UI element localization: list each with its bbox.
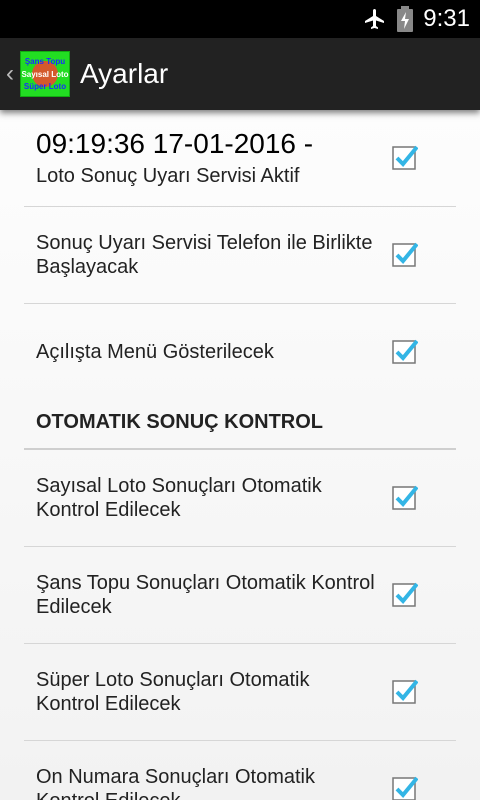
service-status-checkbox[interactable] [392, 144, 418, 170]
auto-check-label: Sayısal Loto Sonuçları Otomatik Kontrol … [36, 475, 322, 521]
show-menu-checkbox[interactable] [392, 338, 418, 364]
airplane-mode-icon [363, 7, 387, 31]
page-title: Ayarlar [80, 58, 169, 89]
show-menu-row[interactable]: Açılışta Menü Gösterilecek [24, 304, 456, 400]
settings-list: 09:19:36 17-01-2016 - Loto Sonuç Uyarı S… [0, 110, 480, 800]
status-time: 9:31 [423, 5, 470, 32]
auto-check-item-on-numara[interactable]: On Numara Sonuçları Otomatik Kontrol Edi… [24, 741, 456, 800]
section-title: OTOMATIK SONUÇ KONTROL [36, 411, 324, 433]
loto-app-icon[interactable]: Şans Topu Sayısal Loto Süper Loto [20, 51, 70, 97]
service-status-row[interactable]: 09:19:36 17-01-2016 - Loto Sonuç Uyarı S… [24, 110, 456, 207]
start-with-phone-checkbox[interactable] [392, 241, 418, 267]
auto-check-checkbox[interactable] [392, 581, 418, 607]
auto-check-label: Süper Loto Sonuçları Otomatik Kontrol Ed… [36, 669, 310, 715]
battery-charging-icon [397, 6, 414, 32]
svg-text:Süper Loto: Süper Loto [24, 82, 66, 91]
auto-check-item-super-loto[interactable]: Süper Loto Sonuçları Otomatik Kontrol Ed… [24, 644, 456, 741]
auto-check-label: On Numara Sonuçları Otomatik Kontrol Edi… [36, 766, 315, 800]
auto-check-checkbox[interactable] [392, 678, 418, 704]
status-bar: 9:31 [0, 0, 480, 38]
auto-check-label: Şans Topu Sonuçları Otomatik Kontrol Edi… [36, 572, 375, 618]
auto-check-section-header: OTOMATIK SONUÇ KONTROL [24, 400, 456, 450]
auto-check-item-sans-topu[interactable]: Şans Topu Sonuçları Otomatik Kontrol Edi… [24, 547, 456, 644]
show-menu-label: Açılışta Menü Gösterilecek [36, 341, 274, 363]
start-with-phone-label: Sonuç Uyarı Servisi Telefon ile Birlikte… [36, 232, 373, 278]
svg-text:Sayısal Loto: Sayısal Loto [21, 70, 68, 79]
auto-check-checkbox[interactable] [392, 484, 418, 510]
start-with-phone-row[interactable]: Sonuç Uyarı Servisi Telefon ile Birlikte… [24, 207, 456, 304]
action-bar: ‹ Şans Topu Sayısal Loto Süper Loto Ayar… [0, 38, 480, 110]
svg-text:Şans Topu: Şans Topu [25, 57, 65, 66]
service-status-title: 09:19:36 17-01-2016 - [36, 128, 314, 159]
service-status-summary: Loto Sonuç Uyarı Servisi Aktif [36, 165, 300, 187]
auto-check-checkbox[interactable] [392, 775, 418, 800]
up-navigation-icon[interactable]: ‹ [6, 60, 18, 88]
auto-check-item-sayisal[interactable]: Sayısal Loto Sonuçları Otomatik Kontrol … [24, 450, 456, 547]
